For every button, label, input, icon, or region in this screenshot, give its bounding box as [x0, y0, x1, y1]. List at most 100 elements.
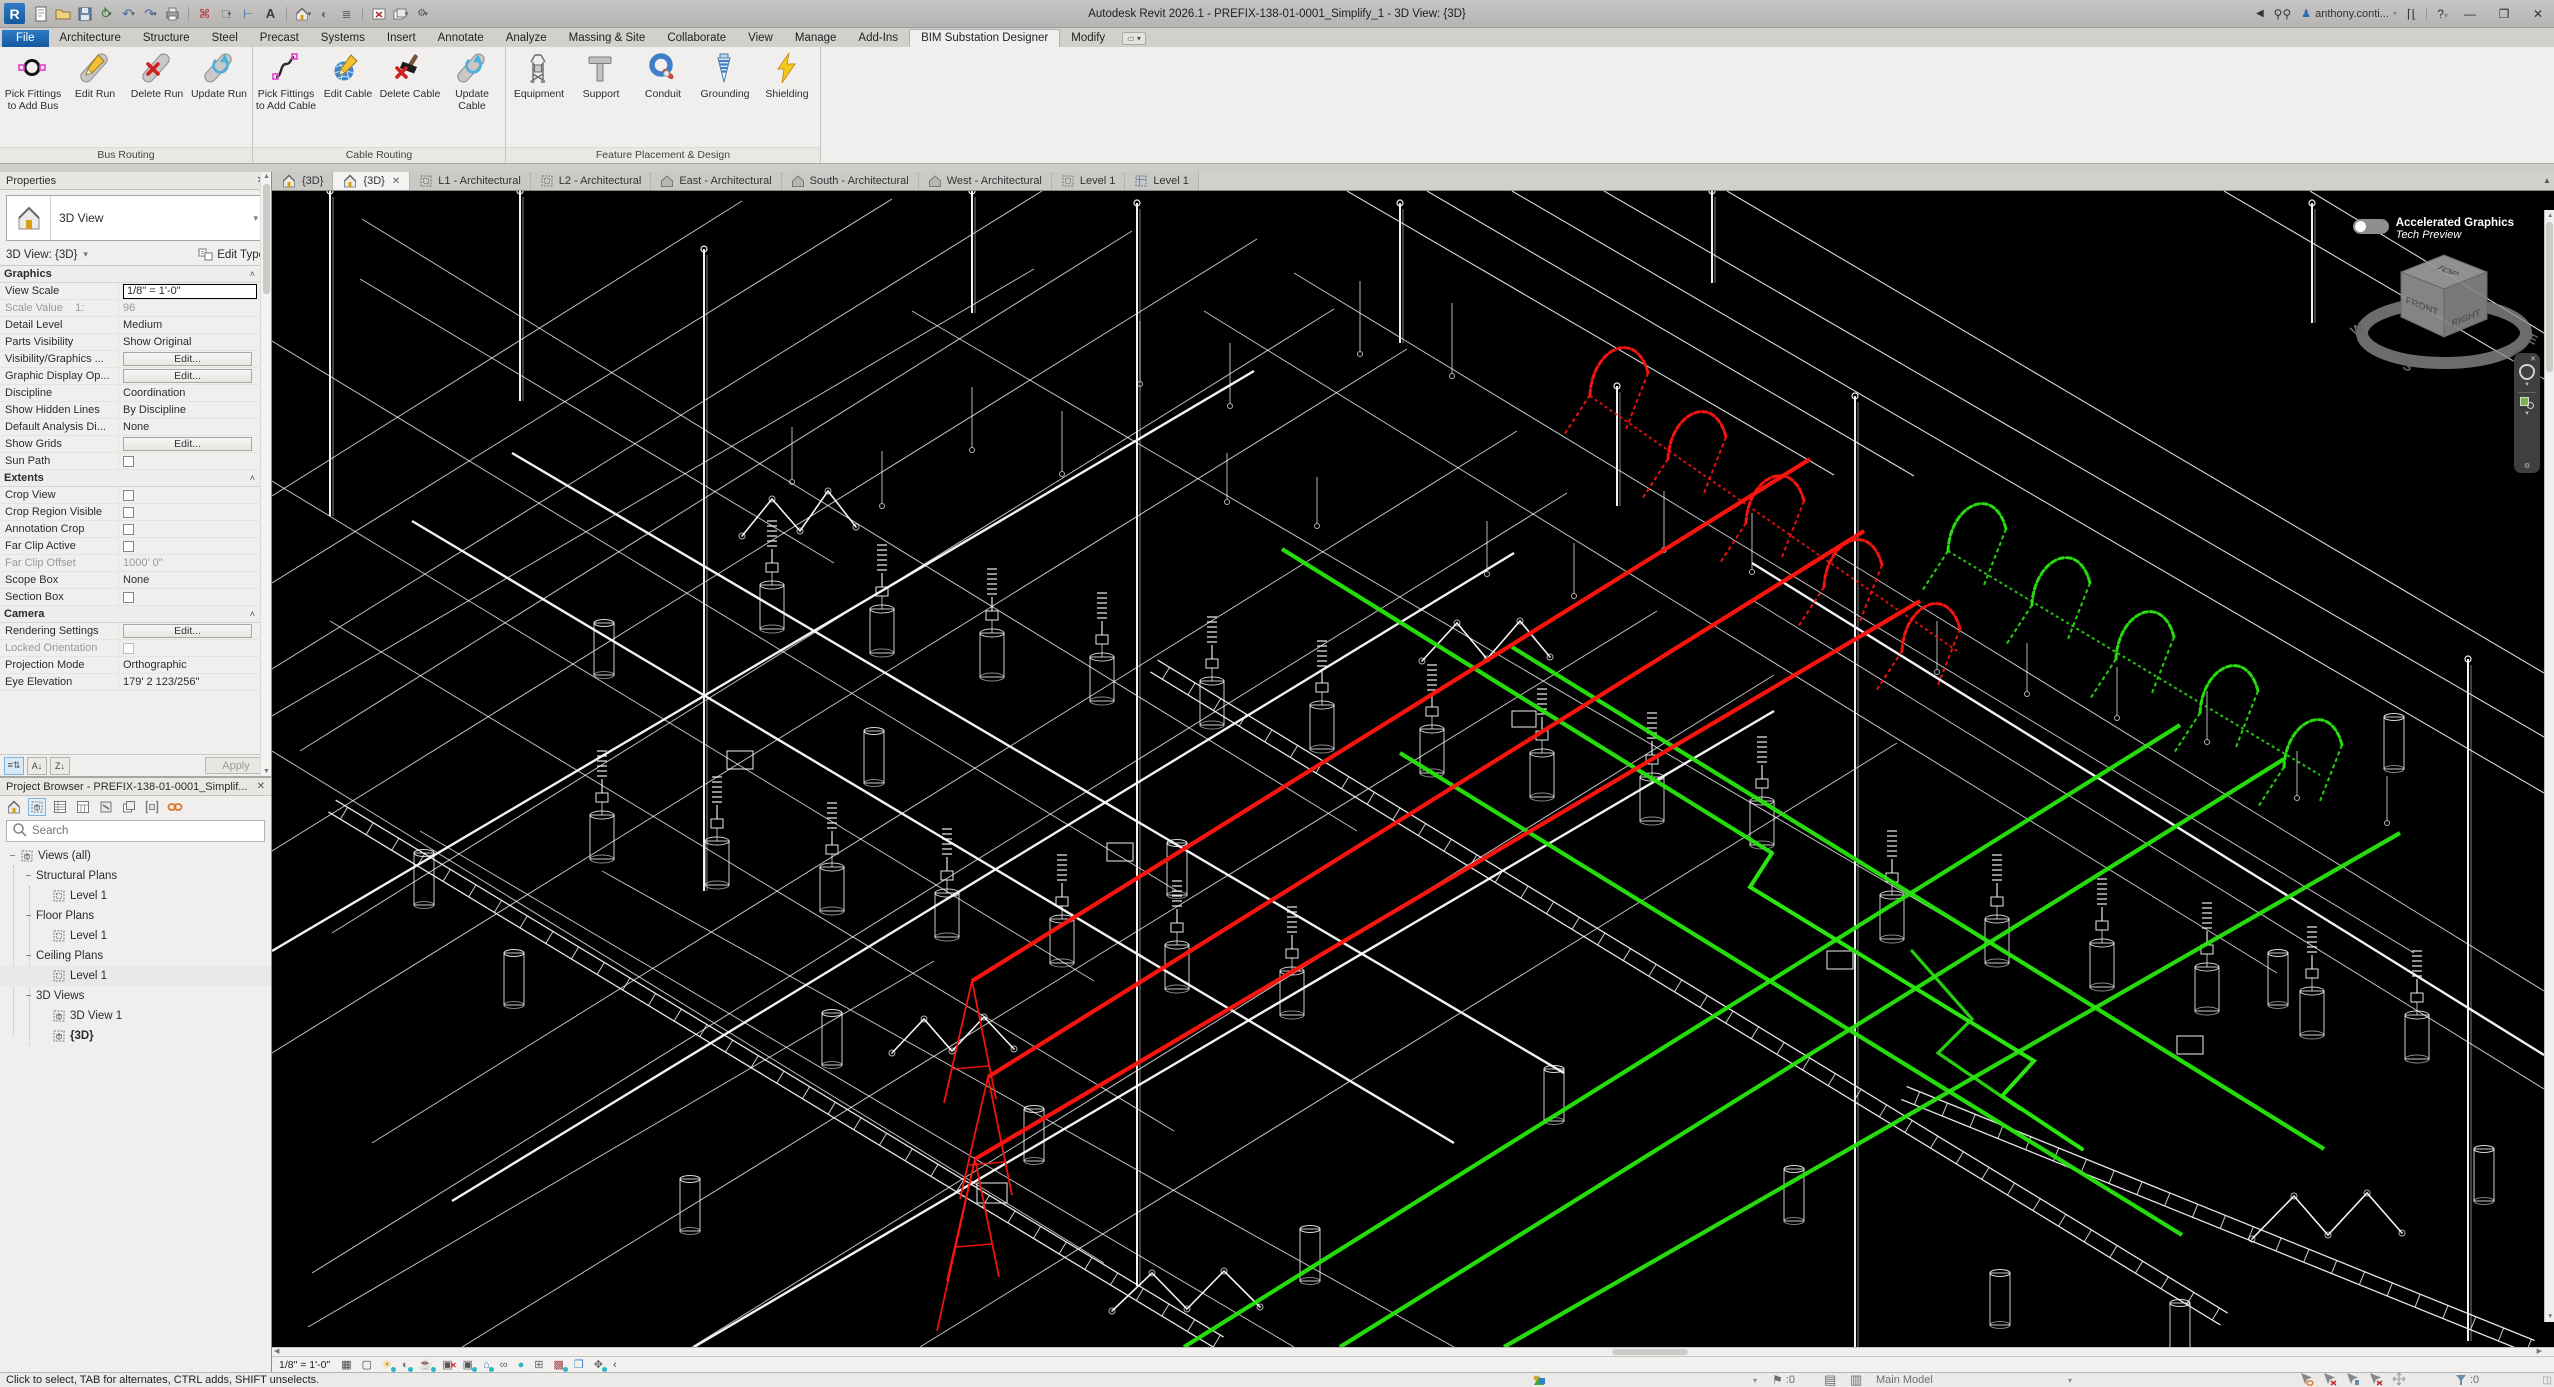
worksets-dialog-icon[interactable]: ▤: [1824, 1372, 1836, 1387]
worksharing-display-icon[interactable]: ▩: [553, 1358, 563, 1372]
schedules-icon[interactable]: [51, 798, 69, 816]
worksets-icon[interactable]: [1532, 1374, 1546, 1387]
ribbon-tab-view[interactable]: View: [737, 30, 784, 47]
select-by-face-icon[interactable]: [2369, 1372, 2383, 1387]
view-tab-level-1[interactable]: Level 1: [1125, 172, 1198, 190]
visual-style-icon[interactable]: ▢: [362, 1358, 372, 1372]
move-constraints-icon[interactable]: ✥: [594, 1358, 603, 1372]
chevron-down-icon[interactable]: ▾: [2068, 1376, 2072, 1385]
ribbon-tab-manage[interactable]: Manage: [784, 30, 848, 47]
conduit-button[interactable]: Conduit: [632, 49, 694, 101]
property-value[interactable]: Edit...: [118, 368, 259, 384]
shadows-icon[interactable]: ◐: [402, 1358, 409, 1372]
edit-cable-button[interactable]: Edit Cable: [317, 49, 379, 101]
open-file-icon[interactable]: [53, 4, 72, 23]
minimize-ribbon-button[interactable]: ▭ ▾: [1122, 32, 1146, 45]
revit-links-icon[interactable]: [143, 798, 161, 816]
checkbox[interactable]: [123, 524, 134, 535]
sort-default-button[interactable]: ≡⇅: [4, 757, 24, 775]
collapse-section-icon[interactable]: ˄: [250, 269, 255, 279]
sync-with-central-icon[interactable]: ⥁▾: [97, 4, 116, 23]
customize-qat-icon[interactable]: ⚙▾: [413, 4, 432, 23]
user-account[interactable]: ♟anthony.conti...▾: [2301, 7, 2397, 20]
view-tab--3d-[interactable]: {3D}✕: [333, 172, 410, 190]
tree-item-structural-plans[interactable]: −Structural Plans: [0, 866, 271, 886]
section-header-camera[interactable]: Camera˄: [0, 606, 271, 623]
property-value[interactable]: [118, 640, 259, 656]
tree-item-ceiling-plans[interactable]: −Ceiling Plans: [0, 946, 271, 966]
checkbox[interactable]: [123, 592, 134, 603]
ribbon-tab-file[interactable]: File: [2, 30, 49, 47]
active-design-option[interactable]: Main Model: [1876, 1374, 1933, 1386]
switch-windows-icon[interactable]: ▾: [391, 4, 410, 23]
expander-icon[interactable]: −: [24, 911, 33, 922]
property-value[interactable]: Edit...: [118, 351, 259, 367]
print-icon[interactable]: [163, 4, 182, 23]
ribbon-tab-massing-site[interactable]: Massing & Site: [558, 30, 657, 47]
close-tab-icon[interactable]: ✕: [392, 176, 400, 187]
edit-button[interactable]: Edit...: [123, 369, 252, 383]
search-binoculars-icon[interactable]: ⚲⚲: [2274, 7, 2292, 21]
checkbox[interactable]: [123, 456, 134, 467]
search-input[interactable]: [32, 825, 259, 837]
property-value[interactable]: Edit...: [118, 436, 259, 452]
tree-item--3d-[interactable]: {3D}: [0, 1026, 271, 1046]
thin-lines-icon[interactable]: ≣: [337, 4, 356, 23]
tree-item-level-1[interactable]: Level 1: [0, 886, 271, 906]
aligned-dimension-icon[interactable]: ⊢: [239, 4, 258, 23]
detail-level-icon[interactable]: ▦: [341, 1358, 351, 1372]
support-button[interactable]: Support: [570, 49, 632, 101]
view-tab-west-architectural[interactable]: West - Architectural: [919, 172, 1052, 190]
ribbon-tab-bim-substation-designer[interactable]: BIM Substation Designer: [909, 29, 1060, 47]
unlocked-3d-view-icon[interactable]: ⌂: [483, 1358, 490, 1372]
chevron-down-icon[interactable]: ▾: [1753, 1376, 1757, 1385]
ribbon-tab-annotate[interactable]: Annotate: [427, 30, 495, 47]
undo-icon[interactable]: ↶▾: [119, 4, 138, 23]
ribbon-tab-systems[interactable]: Systems: [310, 30, 376, 47]
expander-icon[interactable]: −: [24, 871, 33, 882]
scroll-up-icon[interactable]: ▲: [2540, 172, 2554, 190]
view-tab-l2-architectural[interactable]: L2 - Architectural: [531, 172, 652, 190]
section-icon[interactable]: ◐: [315, 4, 334, 23]
minimize-button[interactable]: —: [2458, 7, 2482, 21]
ribbon-tab-structure[interactable]: Structure: [132, 30, 201, 47]
drag-on-selection-icon[interactable]: [2392, 1372, 2406, 1387]
select-underlay-icon[interactable]: [2323, 1372, 2337, 1387]
checkbox[interactable]: [123, 490, 134, 501]
zoom-region-icon[interactable]: [2520, 395, 2534, 409]
show-crop-region-icon[interactable]: ▣: [463, 1358, 473, 1372]
select-links-icon[interactable]: [2300, 1372, 2314, 1387]
restore-button[interactable]: ❐: [2492, 7, 2516, 21]
reveal-hidden-elements-icon[interactable]: ●: [518, 1358, 525, 1372]
temporary-hide-isolate-icon[interactable]: ∞: [500, 1358, 508, 1372]
chevron-down-icon[interactable]: ▾: [83, 249, 88, 260]
property-value[interactable]: Orthographic: [118, 657, 259, 673]
property-value[interactable]: None: [118, 419, 259, 435]
ribbon-tab-modify[interactable]: Modify: [1060, 30, 1116, 47]
store-cart-icon[interactable]: ⌈⌊: [2407, 7, 2416, 21]
groups-icon[interactable]: [120, 798, 138, 816]
crop-view-icon[interactable]: ▣✕: [442, 1358, 452, 1372]
chevron-down-icon[interactable]: ▼: [2524, 411, 2530, 417]
edit-button[interactable]: Edit...: [123, 437, 252, 451]
ribbon-tab-insert[interactable]: Insert: [376, 30, 427, 47]
search-box[interactable]: [6, 820, 265, 842]
views-icon[interactable]: [28, 798, 46, 816]
edit-run-button[interactable]: Edit Run: [64, 49, 126, 101]
editable-only-toggle[interactable]: ⚑:0: [1772, 1373, 1795, 1387]
property-value[interactable]: By Discipline: [118, 402, 259, 418]
property-value[interactable]: Edit...: [118, 623, 259, 639]
expander-icon[interactable]: −: [24, 951, 33, 962]
project-browser-close-icon[interactable]: ✕: [257, 781, 265, 792]
ribbon-tab-analyze[interactable]: Analyze: [495, 30, 558, 47]
edit-type-button[interactable]: Edit Type: [198, 246, 265, 264]
property-value[interactable]: 179' 2 123/256": [118, 674, 259, 690]
accelerated-graphics-toggle[interactable]: [2353, 219, 2389, 234]
revit-logo-icon[interactable]: R: [4, 3, 25, 24]
update-cable-button[interactable]: Update Cable: [441, 49, 503, 112]
properties-scrollbar[interactable]: ▲▼: [260, 172, 271, 776]
filter-icon[interactable]: :0: [2455, 1374, 2479, 1386]
home-icon[interactable]: [5, 798, 23, 816]
sheets-icon[interactable]: [74, 798, 92, 816]
property-value[interactable]: [118, 487, 259, 503]
